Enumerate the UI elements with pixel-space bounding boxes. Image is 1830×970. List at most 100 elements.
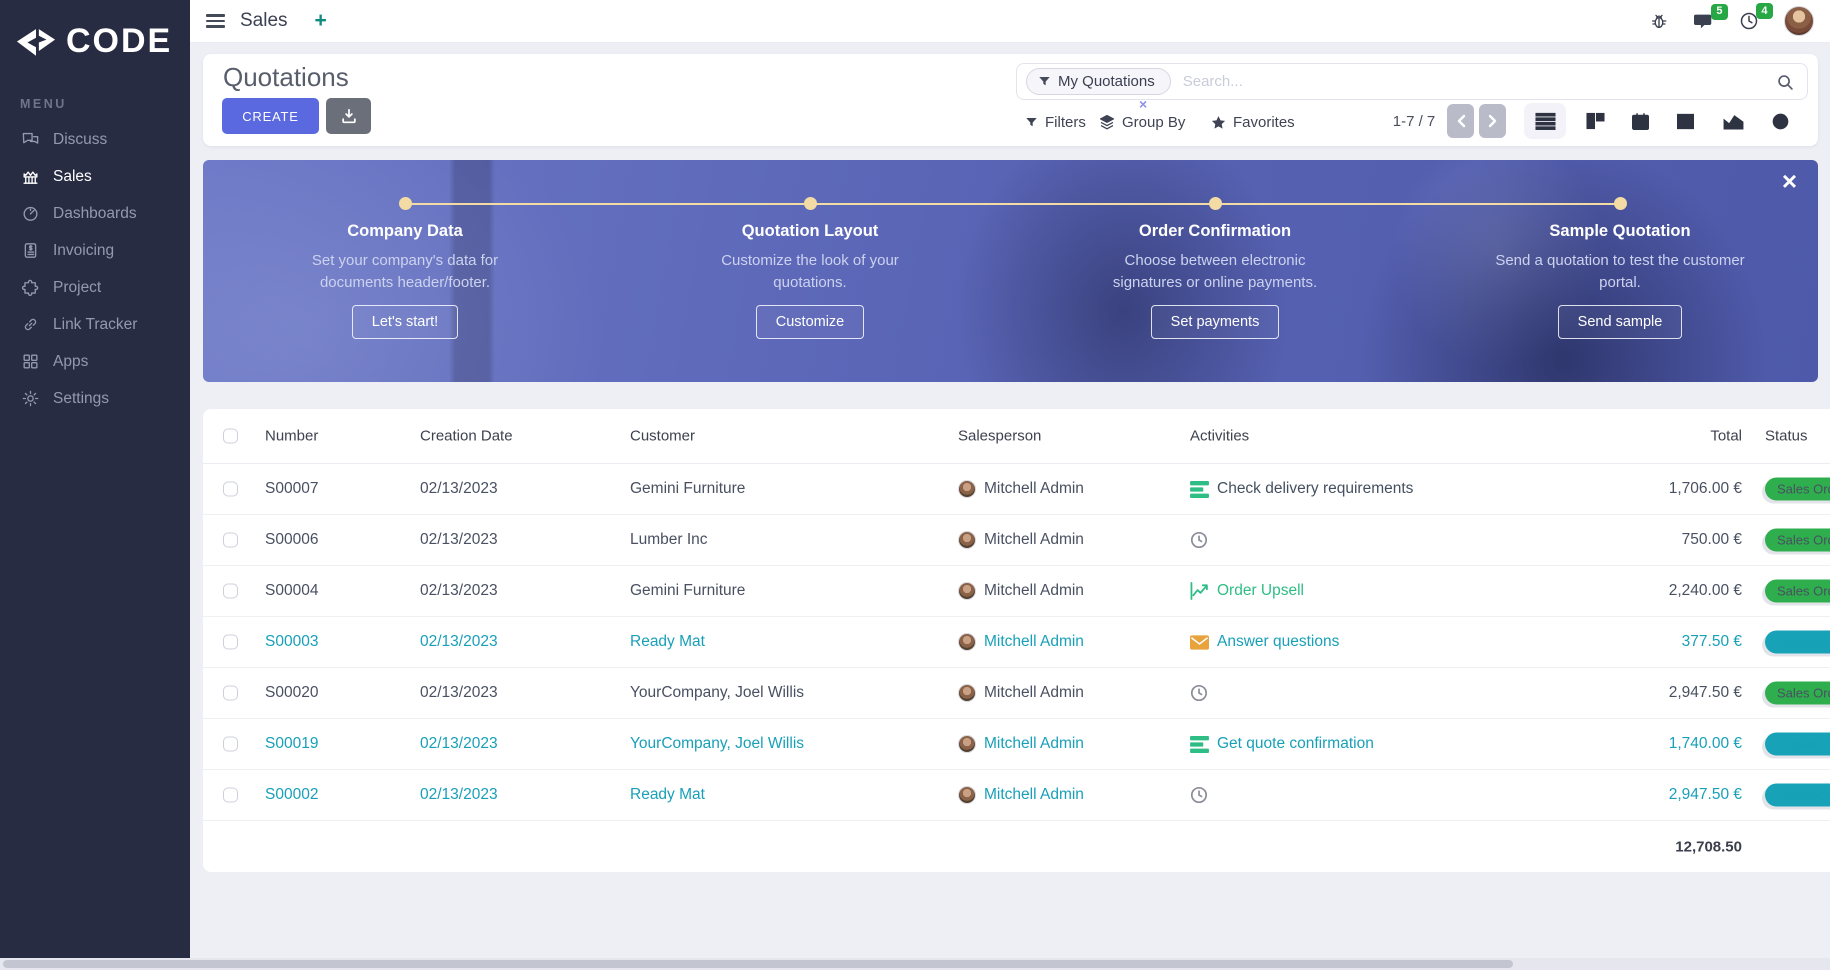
- row-checkbox[interactable]: [223, 583, 238, 599]
- favorites-button[interactable]: Favorites: [1211, 107, 1295, 137]
- export-download-button[interactable]: [326, 98, 371, 134]
- view-switcher-kanban[interactable]: [1574, 103, 1616, 139]
- row-activity[interactable]: Get quote confirmation: [1190, 735, 1374, 753]
- activities-clock-icon[interactable]: 4: [1739, 3, 1773, 31]
- row-checkbox[interactable]: [223, 481, 238, 497]
- row-activity[interactable]: [1190, 684, 1216, 702]
- status-badge: Quotation: [1765, 630, 1830, 654]
- row-salesperson: Mitchell Admin: [958, 480, 1084, 498]
- pager-next-button[interactable]: [1479, 104, 1506, 138]
- table-row[interactable]: S00004 02/13/2023 Gemini Furniture Mitch…: [203, 566, 1830, 617]
- row-activity[interactable]: Check delivery requirements: [1190, 480, 1413, 498]
- lets-start-button[interactable]: Let's start!: [351, 304, 459, 339]
- table-row[interactable]: S00006 02/13/2023 Lumber Inc Mitchell Ad…: [203, 515, 1830, 566]
- graph-view-icon: [1723, 115, 1743, 130]
- sidebar-item-dashboards[interactable]: Dashboards: [0, 195, 190, 232]
- filters-button[interactable]: Filters: [1025, 107, 1086, 137]
- send-sample-button[interactable]: Send sample: [1557, 304, 1683, 339]
- logo-icon: [16, 28, 56, 56]
- row-number[interactable]: S00007: [265, 480, 318, 498]
- status-badge: Sales Order: [1765, 681, 1830, 705]
- add-tab-button[interactable]: +: [315, 9, 327, 33]
- customize-button[interactable]: Customize: [755, 304, 865, 339]
- table-row[interactable]: S00019 02/13/2023 YourCompany, Joel Will…: [203, 719, 1830, 770]
- row-number[interactable]: S00019: [265, 735, 318, 753]
- create-button[interactable]: CREATE: [222, 98, 319, 134]
- row-number[interactable]: S00006: [265, 531, 318, 549]
- row-activity[interactable]: [1190, 531, 1216, 549]
- user-avatar[interactable]: [1784, 6, 1814, 36]
- view-switcher-graph[interactable]: [1712, 103, 1754, 139]
- invoicing-icon: [21, 241, 40, 260]
- banner-close-icon[interactable]: ×: [1782, 168, 1797, 194]
- settings-icon: [21, 389, 40, 408]
- table-row[interactable]: S00003 02/13/2023 Ready Mat Mitchell Adm…: [203, 617, 1830, 668]
- debug-bug-icon[interactable]: [1650, 12, 1668, 30]
- kanban-view-icon: [1585, 112, 1605, 130]
- view-switcher-list[interactable]: [1524, 103, 1566, 139]
- column-header-salesperson[interactable]: Salesperson: [958, 428, 1041, 445]
- table-row[interactable]: S00002 02/13/2023 Ready Mat Mitchell Adm…: [203, 770, 1830, 821]
- row-checkbox[interactable]: [223, 532, 238, 548]
- row-number[interactable]: S00004: [265, 582, 318, 600]
- table-row[interactable]: S00007 02/13/2023 Gemini Furniture Mitch…: [203, 464, 1830, 515]
- row-checkbox[interactable]: [223, 685, 238, 701]
- search-input[interactable]: Search...: [1183, 73, 1807, 90]
- status-badge: Quotation: [1765, 783, 1830, 807]
- scrollbar-thumb[interactable]: [3, 960, 1513, 968]
- app-menu-title[interactable]: Sales: [240, 10, 288, 32]
- column-header-number[interactable]: Number: [265, 428, 318, 445]
- chevron-left-icon: [1457, 114, 1465, 128]
- row-total: 1,706.00 €: [1668, 480, 1742, 497]
- row-activity[interactable]: Order Upsell: [1190, 582, 1304, 600]
- column-header-status[interactable]: Status: [1765, 428, 1808, 445]
- set-payments-button[interactable]: Set payments: [1150, 304, 1280, 339]
- sidebar-item-discuss[interactable]: Discuss: [0, 121, 190, 158]
- app-logo[interactable]: CODE: [0, 0, 190, 61]
- row-activity[interactable]: [1190, 786, 1216, 804]
- select-all-checkbox[interactable]: [223, 428, 238, 444]
- sidebar-item-apps[interactable]: Apps: [0, 343, 190, 380]
- view-switcher-activity[interactable]: [1759, 103, 1801, 139]
- apps-icon: [21, 352, 40, 371]
- onboarding-timeline: [405, 203, 1621, 205]
- pivot-view-icon: [1676, 113, 1694, 129]
- group-by-button[interactable]: Group By: [1099, 107, 1185, 137]
- sidebar-item-settings[interactable]: Settings: [0, 380, 190, 417]
- column-header-creation-date[interactable]: Creation Date: [420, 428, 513, 445]
- search-bar[interactable]: My Quotations × Search...: [1016, 63, 1808, 111]
- row-number[interactable]: S00002: [265, 786, 318, 804]
- sidebar-item-invoicing[interactable]: Invoicing: [0, 232, 190, 269]
- sidebar-item-sales[interactable]: Sales: [0, 158, 190, 195]
- row-number[interactable]: S00020: [265, 684, 318, 702]
- clock-icon: [1190, 684, 1208, 702]
- column-header-activities[interactable]: Activities: [1190, 428, 1249, 445]
- sidebar-item-link-tracker[interactable]: Link Tracker: [0, 306, 190, 343]
- row-checkbox[interactable]: [223, 634, 238, 650]
- link-tracker-icon: [21, 315, 40, 334]
- column-header-customer[interactable]: Customer: [630, 428, 695, 445]
- row-checkbox[interactable]: [223, 736, 238, 752]
- dashboards-icon: [21, 204, 40, 223]
- sidebar: CODE MENU Discuss Sales Dashboards Invoi…: [0, 0, 190, 958]
- row-number[interactable]: S00003: [265, 633, 318, 651]
- status-badge: Sales Order: [1765, 579, 1830, 603]
- hamburger-menu-icon[interactable]: [206, 11, 225, 31]
- favorites-star-icon: [1211, 115, 1226, 129]
- pager-previous-button[interactable]: [1447, 104, 1474, 138]
- view-switcher-calendar[interactable]: [1619, 103, 1661, 139]
- search-icon[interactable]: [1777, 74, 1794, 91]
- messages-icon[interactable]: 5: [1693, 3, 1728, 31]
- salesperson-avatar: [958, 735, 976, 753]
- sidebar-item-project[interactable]: Project: [0, 269, 190, 306]
- row-activity[interactable]: Answer questions: [1190, 633, 1339, 651]
- search-facet-my-quotations[interactable]: My Quotations: [1026, 68, 1171, 95]
- column-header-total[interactable]: Total: [1710, 428, 1742, 445]
- horizontal-scrollbar[interactable]: [0, 958, 1830, 970]
- page-title: Quotations: [223, 62, 349, 92]
- view-switcher-pivot[interactable]: [1664, 103, 1706, 139]
- clock-icon: [1190, 531, 1208, 549]
- onboarding-step-quotation-layout: Quotation Layout Customize the look of y…: [650, 222, 970, 339]
- row-checkbox[interactable]: [223, 787, 238, 803]
- table-row[interactable]: S00020 02/13/2023 YourCompany, Joel Will…: [203, 668, 1830, 719]
